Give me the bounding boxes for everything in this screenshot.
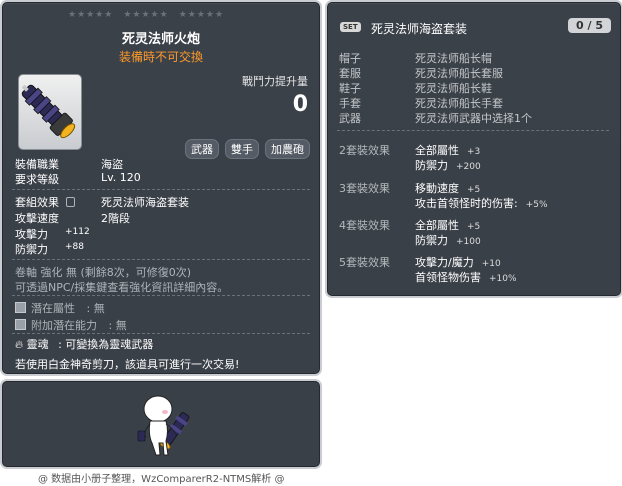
set-item: 帽子 死灵法师船长帽 bbox=[339, 52, 492, 65]
character-avatar bbox=[130, 391, 200, 462]
set-effect-line: 攻击首领怪时的伤害: +5% bbox=[415, 197, 548, 210]
divider bbox=[12, 259, 310, 260]
set-effect-row: 套組效果 死灵法师海盗套装 bbox=[15, 196, 189, 209]
trade-restriction: 装備時不可交換 bbox=[118, 50, 203, 64]
additional-potential-checkbox-icon bbox=[15, 319, 26, 330]
set-effect-5-title: 5套裝效果 bbox=[339, 256, 390, 269]
footer-credit: @ 数据由小册子整理，WzComparerR2-NTMS解析 @ bbox=[38, 474, 285, 485]
soul-row: 🔥︎ 靈魂 : 可變換為靈魂武器 bbox=[15, 338, 154, 351]
set-effect-line: 攻擊力/魔力 +10 bbox=[415, 256, 501, 269]
npc-info-row: 可透過NPC/採集鍵查看強化資訊詳細內容。 bbox=[15, 281, 229, 294]
divider bbox=[12, 295, 310, 296]
potential-row: 潛在屬性 : 無 bbox=[15, 300, 105, 316]
trade-note: 若使用白金神奇剪刀，該道具可進行一次交易! bbox=[15, 358, 240, 371]
level-row: 要求等級 Lv. 120 bbox=[15, 171, 141, 186]
set-count: 0 / 5 bbox=[568, 18, 611, 33]
set-item: 手套 死灵法师船长手套 bbox=[339, 97, 503, 110]
set-name: 死灵法师海盗套装 bbox=[371, 22, 468, 36]
additional-potential-row: 附加潛在能力 : 無 bbox=[15, 317, 127, 333]
scroll-enhance-row: 卷軸 強化 無 (剩餘8次，可修復0次) bbox=[15, 266, 192, 279]
divider bbox=[12, 333, 310, 334]
flame-icon: 🔥︎ bbox=[15, 338, 24, 351]
set-effect-line: 防禦力 +200 bbox=[415, 159, 481, 172]
divider bbox=[337, 130, 609, 131]
attack-speed-row: 攻擊速度 2階段 bbox=[15, 212, 130, 225]
defense-row: 防禦力 +88 bbox=[15, 242, 84, 256]
set-effect-4-title: 4套裝效果 bbox=[339, 219, 390, 232]
item-tooltip-panel: ★★★★★ ★★★★★ ★★★★★ 死灵法师火炮 装備時不可交換 戰鬥力提升量 0 … bbox=[0, 0, 322, 376]
attack-row: 攻擊力 +112 bbox=[15, 227, 90, 241]
set-effect-line: 全部屬性 +3 bbox=[415, 144, 481, 157]
tag-two-handed: 雙手 bbox=[225, 139, 259, 159]
potential-checkbox-icon bbox=[15, 302, 26, 313]
set-effect-3-title: 3套裝效果 bbox=[339, 182, 390, 195]
avatar-preview-panel bbox=[0, 379, 322, 469]
item-icon bbox=[18, 74, 82, 150]
power-increase-label: 戰鬥力提升量 bbox=[242, 75, 308, 88]
set-item: 套服 死灵法师船长套服 bbox=[339, 67, 503, 80]
tag-hand-cannon: 加農砲 bbox=[265, 139, 310, 159]
set-effect-line: 全部屬性 +5 bbox=[415, 219, 481, 232]
set-info-panel: SET 死灵法师海盗套装 0 / 5 帽子 死灵法师船长帽 套服 死灵法师船长套服 … bbox=[325, 0, 622, 298]
set-effect-line: 防禦力 +100 bbox=[415, 234, 481, 247]
set-badge: SET bbox=[340, 22, 361, 32]
tag-weapon: 武器 bbox=[185, 139, 219, 159]
star-force-stars: ★★★★★ ★★★★★ ★★★★★ bbox=[68, 10, 225, 20]
set-item: 武器 死灵法师武器中选择1个 bbox=[339, 112, 532, 125]
item-tags: 武器 雙手 加農砲 bbox=[185, 139, 310, 159]
set-effect-2-title: 2套裝效果 bbox=[339, 144, 390, 157]
job-row: 裝備職業 海盜 bbox=[15, 158, 123, 171]
set-item: 鞋子 死灵法师船长鞋 bbox=[339, 82, 492, 95]
set-effect-line: 首领怪物伤害 +10% bbox=[415, 271, 517, 284]
lock-icon bbox=[65, 197, 75, 207]
divider bbox=[12, 189, 310, 190]
power-increase-value: 0 bbox=[292, 92, 308, 117]
item-name: 死灵法师火炮 bbox=[121, 32, 200, 47]
set-effect-line: 移動速度 +5 bbox=[415, 182, 481, 195]
